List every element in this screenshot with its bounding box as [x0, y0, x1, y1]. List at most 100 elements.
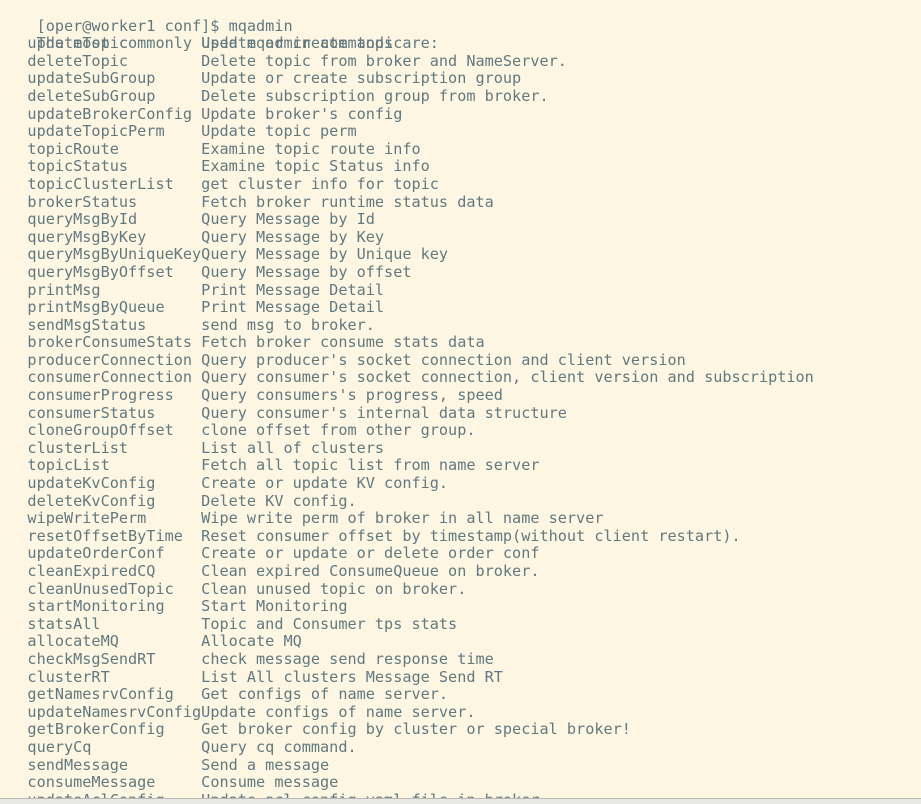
- command-description: Print Message Detail: [201, 280, 385, 299]
- command-row: topicRoute Examine topic route info: [0, 139, 921, 159]
- command-description: clone offset from other group.: [201, 421, 476, 440]
- command-description: Update or create subscription group: [201, 69, 522, 88]
- command-description: Query Message by Id: [201, 210, 375, 229]
- command-name: consumeMessage: [0, 773, 202, 792]
- command-row: printMsg Print Message Detail: [0, 280, 921, 300]
- command-name: queryMsgById: [0, 210, 202, 229]
- command-description: Update broker's config: [201, 104, 403, 123]
- command-row: getBrokerConfig Get broker config by clu…: [0, 721, 921, 739]
- command-row: consumeMessage Consume message: [0, 773, 921, 792]
- command-name: updateSubGroup: [0, 69, 202, 88]
- command-description: Wipe write perm of broker in all name se…: [201, 509, 604, 528]
- command-name: topicClusterList: [0, 174, 202, 193]
- command-description: Clean unused topic on broker.: [201, 579, 467, 598]
- command-description: Query consumer's socket connection, clie…: [201, 368, 814, 387]
- command-name: statsAll: [0, 614, 202, 633]
- command-row: topicClusterList get cluster info for to…: [0, 174, 921, 194]
- command-row: consumerConnection Query consumer's sock…: [0, 369, 921, 387]
- command-description: check message send response time: [201, 649, 494, 668]
- command-row: deleteSubGroup Delete subscription group…: [0, 86, 921, 106]
- command-description: Consume message: [201, 773, 339, 792]
- command-name: allocateMQ: [0, 632, 202, 651]
- command-name: clusterList: [0, 438, 202, 457]
- command-description: Get configs of name server.: [201, 685, 449, 704]
- command-row: clusterRT List All clusters Message Send…: [0, 668, 921, 687]
- command-name: cloneGroupOffset: [0, 421, 202, 440]
- command-name: getBrokerConfig: [0, 720, 202, 739]
- command-description: send msg to broker.: [201, 315, 375, 334]
- command-row: cloneGroupOffset clone offset from other…: [0, 421, 921, 440]
- command-row: queryMsgById Query Message by Id: [0, 210, 921, 229]
- command-description: get cluster info for topic: [201, 174, 439, 193]
- command-description: Update acl config yaml file in broker: [201, 791, 539, 798]
- command-row: updateNamesrvConfigUpdate configs of nam…: [0, 702, 921, 722]
- command-row: deleteTopic Delete topic from broker and…: [0, 51, 921, 71]
- command-row: consumerStatus Query consumer's internal…: [0, 403, 921, 423]
- command-row: topicStatus Examine topic Status info: [0, 158, 921, 176]
- command-name: cleanUnusedTopic: [0, 579, 202, 598]
- command-name: consumerConnection: [0, 368, 202, 387]
- command-description: Query consumer's internal data structure: [201, 403, 567, 422]
- shell-prompt-text: [oper@worker1 conf]$ mqadmin: [36, 16, 293, 35]
- command-name: deleteSubGroup: [0, 86, 202, 105]
- command-row: deleteKvConfig Delete KV config.: [0, 491, 921, 511]
- command-description: Allocate MQ: [201, 632, 302, 651]
- command-row: sendMsgStatus send msg to broker.: [0, 315, 921, 335]
- command-name: brokerStatus: [0, 192, 202, 211]
- command-description: Start Monitoring: [201, 597, 348, 616]
- command-description: Print Message Detail: [201, 298, 385, 317]
- command-name: topicList: [0, 456, 202, 475]
- terminal-output-area[interactable]: [oper@worker1 conf]$ mqadmin The most co…: [0, 0, 921, 798]
- command-name: startMonitoring: [0, 597, 202, 616]
- command-name: updateAclConfig: [0, 791, 201, 798]
- command-name: getNamesrvConfig: [0, 685, 202, 704]
- command-description: Examine topic Status info: [201, 157, 430, 176]
- command-row: updateSubGroup Update or create subscrip…: [0, 70, 921, 88]
- command-description: Fetch broker consume stats data: [201, 333, 485, 352]
- command-row: allocateMQ Allocate MQ: [0, 633, 921, 651]
- command-row: consumerProgress Query consumers's progr…: [0, 386, 921, 405]
- command-row: checkMsgSendRT check message send respon…: [0, 649, 921, 669]
- command-row: updateTopic Update or create topic: [0, 34, 921, 53]
- command-description: Send a message: [201, 755, 330, 774]
- command-row: topicList Fetch all topic list from name…: [0, 457, 921, 475]
- command-name: deleteKvConfig: [0, 491, 202, 510]
- command-row: producerConnection Query producer's sock…: [0, 350, 921, 370]
- command-description: Delete subscription group from broker.: [201, 86, 549, 105]
- command-name: printMsgByQueue: [0, 298, 202, 317]
- command-name: updateBrokerConfig: [0, 104, 202, 123]
- command-description: Clean expired ConsumeQueue on broker.: [201, 562, 540, 580]
- command-name: updateOrderConf: [0, 544, 202, 563]
- command-description: Get broker config by cluster or special …: [201, 720, 631, 739]
- command-row: cleanExpiredCQ Clean expired ConsumeQueu…: [0, 562, 921, 581]
- command-name: producerConnection: [0, 350, 202, 369]
- command-row: statsAll Topic and Consumer tps stats: [0, 614, 921, 634]
- command-description: Delete KV config.: [201, 491, 357, 510]
- command-description: Update or create topic: [201, 34, 403, 53]
- command-row: updateTopicPerm Update topic perm: [0, 122, 921, 141]
- command-name: queryMsgByUniqueKey: [0, 245, 202, 264]
- command-row: sendMessage Send a message: [0, 755, 921, 775]
- command-name: printMsg: [0, 280, 202, 299]
- command-row: wipeWritePerm Wipe write perm of broker …: [0, 509, 921, 528]
- command-description: Query cq command.: [201, 737, 357, 756]
- command-row: clusterList List all of clusters: [0, 438, 921, 458]
- command-row: printMsgByQueue Print Message Detail: [0, 298, 921, 317]
- command-row: queryMsgByOffset Query Message by offset: [0, 263, 921, 282]
- command-row: queryMsgByUniqueKeyQuery Message by Uniq…: [0, 246, 921, 264]
- command-description: Update topic perm: [201, 122, 357, 141]
- command-name: deleteTopic: [0, 51, 202, 70]
- command-name: sendMessage: [0, 755, 202, 774]
- command-name: queryCq: [0, 737, 202, 756]
- window-chrome-bottom-edge: [0, 798, 921, 804]
- command-name: topicRoute: [0, 139, 202, 158]
- command-description: Fetch all topic list from name server: [201, 456, 540, 475]
- command-list: updateTopic Update or create topic delet…: [0, 34, 921, 798]
- command-name: topicStatus: [0, 157, 202, 176]
- command-description: Update configs of name server.: [201, 702, 476, 721]
- command-description: Query Message by Key: [201, 227, 385, 246]
- command-description: Query consumers's progress, speed: [201, 386, 503, 405]
- command-name: queryMsgByKey: [0, 227, 202, 246]
- command-name: consumerProgress: [0, 386, 202, 405]
- command-description: Delete topic from broker and NameServer.: [201, 51, 567, 70]
